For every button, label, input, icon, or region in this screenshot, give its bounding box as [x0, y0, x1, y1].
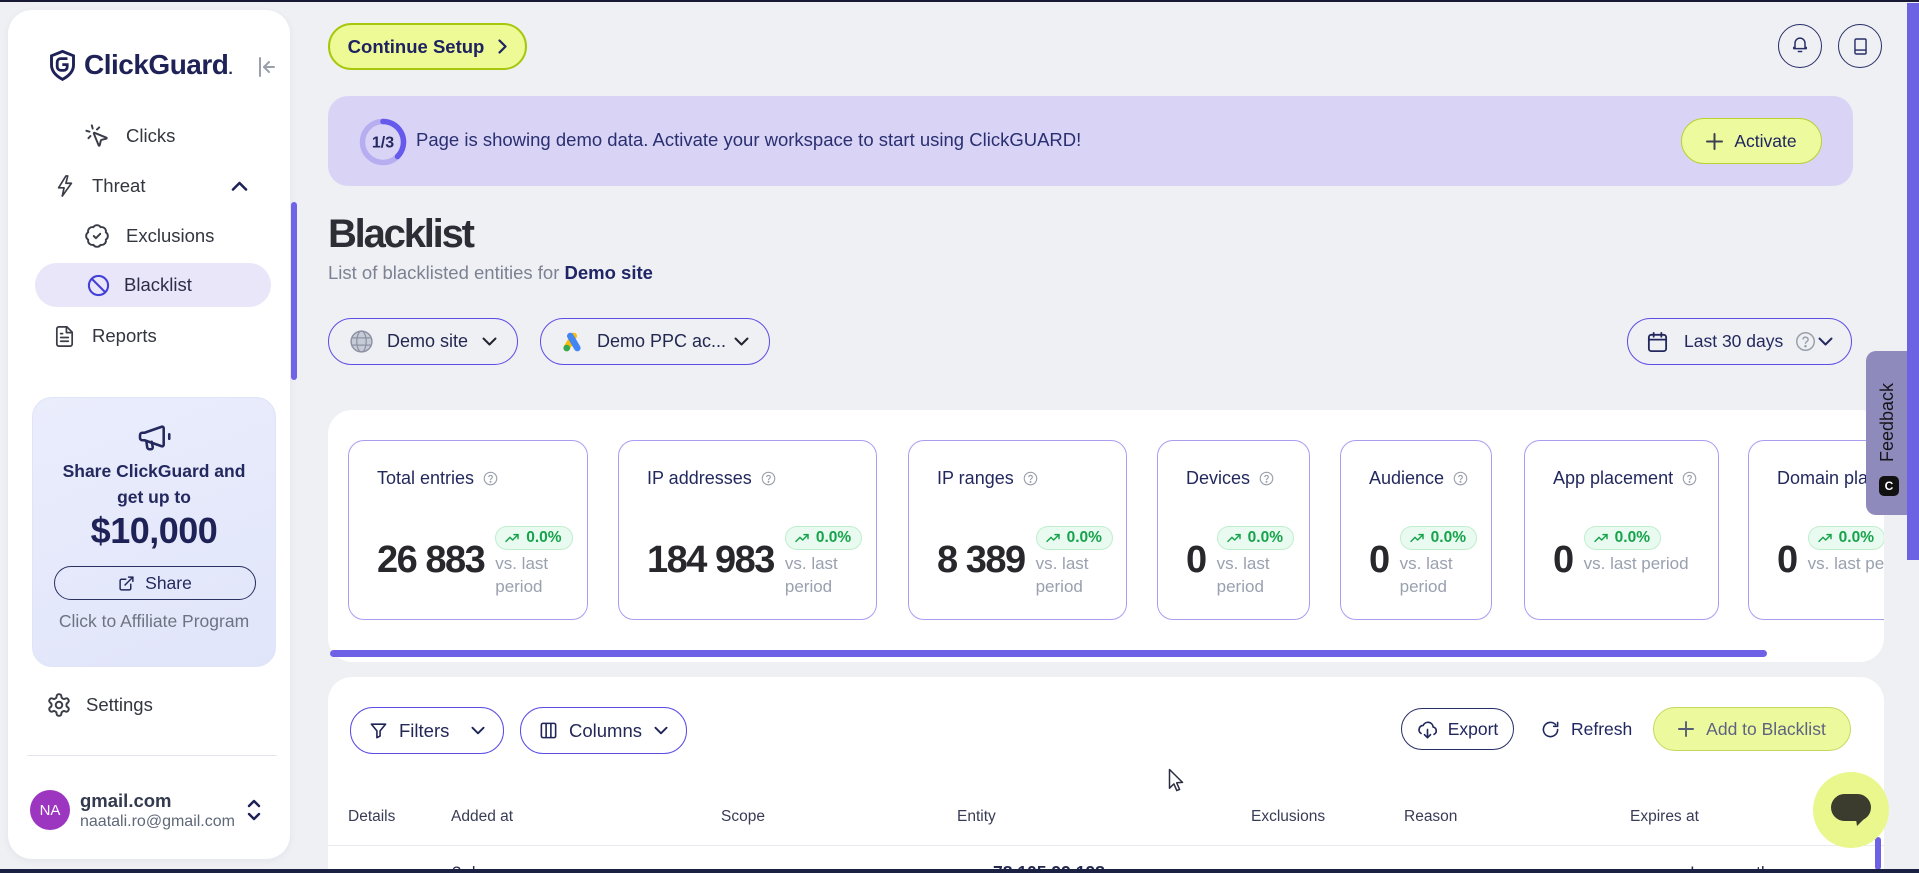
svg-text:1/3: 1/3: [372, 135, 394, 152]
